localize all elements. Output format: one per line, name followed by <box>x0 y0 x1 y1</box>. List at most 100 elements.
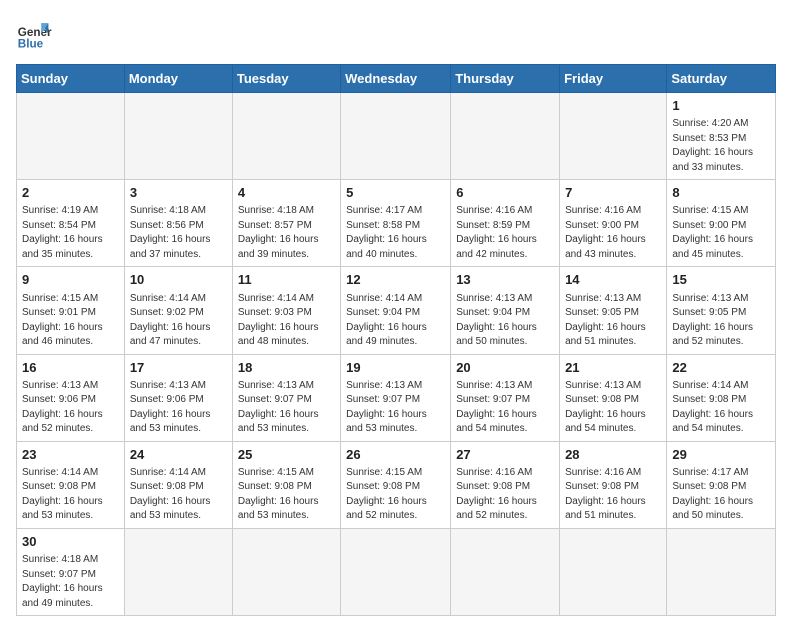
calendar-header-row: SundayMondayTuesdayWednesdayThursdayFrid… <box>17 65 776 93</box>
header-day-monday: Monday <box>124 65 232 93</box>
day-info: Sunrise: 4:20 AM Sunset: 8:53 PM Dayligh… <box>672 117 770 175</box>
day-number: 2 <box>22 184 119 202</box>
day-number: 15 <box>672 271 770 289</box>
day-number: 16 <box>22 359 119 377</box>
calendar-cell: 24 Sunrise: 4:14 AM Sunset: 9:08 PM Dayli… <box>124 441 232 528</box>
calendar-week-row: 1 Sunrise: 4:20 AM Sunset: 8:53 PM Daylig… <box>17 93 776 180</box>
day-info: Sunrise: 4:17 AM Sunset: 8:58 PM Dayligh… <box>346 204 445 262</box>
day-number: 11 <box>238 271 335 289</box>
calendar-cell <box>232 528 340 615</box>
day-number: 26 <box>346 446 445 464</box>
day-number: 14 <box>565 271 661 289</box>
day-number: 22 <box>672 359 770 377</box>
calendar-cell: 29 Sunrise: 4:17 AM Sunset: 9:08 PM Dayli… <box>667 441 776 528</box>
logo-icon: General Blue <box>16 16 52 52</box>
calendar-cell: 10 Sunrise: 4:14 AM Sunset: 9:02 PM Dayli… <box>124 267 232 354</box>
calendar-week-row: 23 Sunrise: 4:14 AM Sunset: 9:08 PM Dayli… <box>17 441 776 528</box>
calendar-cell <box>451 93 560 180</box>
day-info: Sunrise: 4:14 AM Sunset: 9:02 PM Dayligh… <box>130 292 227 350</box>
calendar-cell: 13 Sunrise: 4:13 AM Sunset: 9:04 PM Dayli… <box>451 267 560 354</box>
calendar-cell: 3 Sunrise: 4:18 AM Sunset: 8:56 PM Daylig… <box>124 180 232 267</box>
day-info: Sunrise: 4:13 AM Sunset: 9:06 PM Dayligh… <box>130 379 227 437</box>
day-number: 19 <box>346 359 445 377</box>
day-info: Sunrise: 4:14 AM Sunset: 9:03 PM Dayligh… <box>238 292 335 350</box>
calendar-cell: 19 Sunrise: 4:13 AM Sunset: 9:07 PM Dayli… <box>341 354 451 441</box>
calendar-cell: 9Sunrise: 4:15 AM Sunset: 9:01 PM Daylig… <box>17 267 125 354</box>
day-info: Sunrise: 4:13 AM Sunset: 9:06 PM Dayligh… <box>22 379 119 437</box>
day-info: Sunrise: 4:13 AM Sunset: 9:04 PM Dayligh… <box>456 292 554 350</box>
day-info: Sunrise: 4:16 AM Sunset: 9:08 PM Dayligh… <box>565 466 661 524</box>
calendar-cell: 28Sunrise: 4:16 AM Sunset: 9:08 PM Dayli… <box>560 441 667 528</box>
calendar-cell <box>667 528 776 615</box>
calendar-table: SundayMondayTuesdayWednesdayThursdayFrid… <box>16 64 776 616</box>
day-info: Sunrise: 4:19 AM Sunset: 8:54 PM Dayligh… <box>22 204 119 262</box>
day-info: Sunrise: 4:13 AM Sunset: 9:07 PM Dayligh… <box>346 379 445 437</box>
calendar-cell: 7 Sunrise: 4:16 AM Sunset: 9:00 PM Daylig… <box>560 180 667 267</box>
day-info: Sunrise: 4:14 AM Sunset: 9:08 PM Dayligh… <box>22 466 119 524</box>
day-number: 25 <box>238 446 335 464</box>
calendar-cell: 11 Sunrise: 4:14 AM Sunset: 9:03 PM Dayli… <box>232 267 340 354</box>
day-info: Sunrise: 4:16 AM Sunset: 8:59 PM Dayligh… <box>456 204 554 262</box>
calendar-week-row: 2 Sunrise: 4:19 AM Sunset: 8:54 PM Daylig… <box>17 180 776 267</box>
calendar-cell: 22 Sunrise: 4:14 AM Sunset: 9:08 PM Dayli… <box>667 354 776 441</box>
day-number: 30 <box>22 533 119 551</box>
calendar-cell: 1 Sunrise: 4:20 AM Sunset: 8:53 PM Daylig… <box>667 93 776 180</box>
calendar-cell: 18Sunrise: 4:13 AM Sunset: 9:07 PM Dayli… <box>232 354 340 441</box>
day-number: 24 <box>130 446 227 464</box>
day-info: Sunrise: 4:18 AM Sunset: 8:57 PM Dayligh… <box>238 204 335 262</box>
header-day-tuesday: Tuesday <box>232 65 340 93</box>
page-header: General Blue <box>16 16 776 52</box>
calendar-cell <box>17 93 125 180</box>
day-info: Sunrise: 4:13 AM Sunset: 9:05 PM Dayligh… <box>672 292 770 350</box>
calendar-cell: 23 Sunrise: 4:14 AM Sunset: 9:08 PM Dayli… <box>17 441 125 528</box>
calendar-week-row: 30 Sunrise: 4:18 AM Sunset: 9:07 PM Dayli… <box>17 528 776 615</box>
calendar-cell <box>124 528 232 615</box>
day-info: Sunrise: 4:14 AM Sunset: 9:08 PM Dayligh… <box>130 466 227 524</box>
calendar-cell: 16 Sunrise: 4:13 AM Sunset: 9:06 PM Dayli… <box>17 354 125 441</box>
day-number: 3 <box>130 184 227 202</box>
day-info: Sunrise: 4:18 AM Sunset: 8:56 PM Dayligh… <box>130 204 227 262</box>
calendar-cell: 6 Sunrise: 4:16 AM Sunset: 8:59 PM Daylig… <box>451 180 560 267</box>
calendar-cell <box>341 528 451 615</box>
header-day-sunday: Sunday <box>17 65 125 93</box>
day-info: Sunrise: 4:17 AM Sunset: 9:08 PM Dayligh… <box>672 466 770 524</box>
day-info: Sunrise: 4:18 AM Sunset: 9:07 PM Dayligh… <box>22 553 119 611</box>
day-info: Sunrise: 4:14 AM Sunset: 9:04 PM Dayligh… <box>346 292 445 350</box>
calendar-cell: 8Sunrise: 4:15 AM Sunset: 9:00 PM Daylig… <box>667 180 776 267</box>
calendar-week-row: 9Sunrise: 4:15 AM Sunset: 9:01 PM Daylig… <box>17 267 776 354</box>
day-info: Sunrise: 4:15 AM Sunset: 9:01 PM Dayligh… <box>22 292 119 350</box>
header-day-wednesday: Wednesday <box>341 65 451 93</box>
calendar-cell: 4Sunrise: 4:18 AM Sunset: 8:57 PM Daylig… <box>232 180 340 267</box>
logo: General Blue <box>16 16 52 52</box>
day-info: Sunrise: 4:16 AM Sunset: 9:08 PM Dayligh… <box>456 466 554 524</box>
header-day-friday: Friday <box>560 65 667 93</box>
day-number: 12 <box>346 271 445 289</box>
day-info: Sunrise: 4:14 AM Sunset: 9:08 PM Dayligh… <box>672 379 770 437</box>
day-number: 1 <box>672 97 770 115</box>
day-number: 13 <box>456 271 554 289</box>
calendar-cell <box>124 93 232 180</box>
calendar-cell <box>451 528 560 615</box>
calendar-cell: 14Sunrise: 4:13 AM Sunset: 9:05 PM Dayli… <box>560 267 667 354</box>
day-number: 23 <box>22 446 119 464</box>
calendar-cell <box>341 93 451 180</box>
day-number: 8 <box>672 184 770 202</box>
calendar-cell: 26Sunrise: 4:15 AM Sunset: 9:08 PM Dayli… <box>341 441 451 528</box>
calendar-week-row: 16 Sunrise: 4:13 AM Sunset: 9:06 PM Dayli… <box>17 354 776 441</box>
calendar-cell: 25 Sunrise: 4:15 AM Sunset: 9:08 PM Dayli… <box>232 441 340 528</box>
calendar-cell: 27Sunrise: 4:16 AM Sunset: 9:08 PM Dayli… <box>451 441 560 528</box>
day-info: Sunrise: 4:16 AM Sunset: 9:00 PM Dayligh… <box>565 204 661 262</box>
day-info: Sunrise: 4:15 AM Sunset: 9:08 PM Dayligh… <box>238 466 335 524</box>
day-number: 29 <box>672 446 770 464</box>
day-info: Sunrise: 4:13 AM Sunset: 9:07 PM Dayligh… <box>238 379 335 437</box>
day-number: 6 <box>456 184 554 202</box>
day-info: Sunrise: 4:13 AM Sunset: 9:07 PM Dayligh… <box>456 379 554 437</box>
calendar-cell: 20Sunrise: 4:13 AM Sunset: 9:07 PM Dayli… <box>451 354 560 441</box>
day-number: 7 <box>565 184 661 202</box>
day-number: 21 <box>565 359 661 377</box>
day-number: 10 <box>130 271 227 289</box>
calendar-cell: 17Sunrise: 4:13 AM Sunset: 9:06 PM Dayli… <box>124 354 232 441</box>
day-number: 5 <box>346 184 445 202</box>
day-info: Sunrise: 4:13 AM Sunset: 9:08 PM Dayligh… <box>565 379 661 437</box>
calendar-cell: 30 Sunrise: 4:18 AM Sunset: 9:07 PM Dayli… <box>17 528 125 615</box>
